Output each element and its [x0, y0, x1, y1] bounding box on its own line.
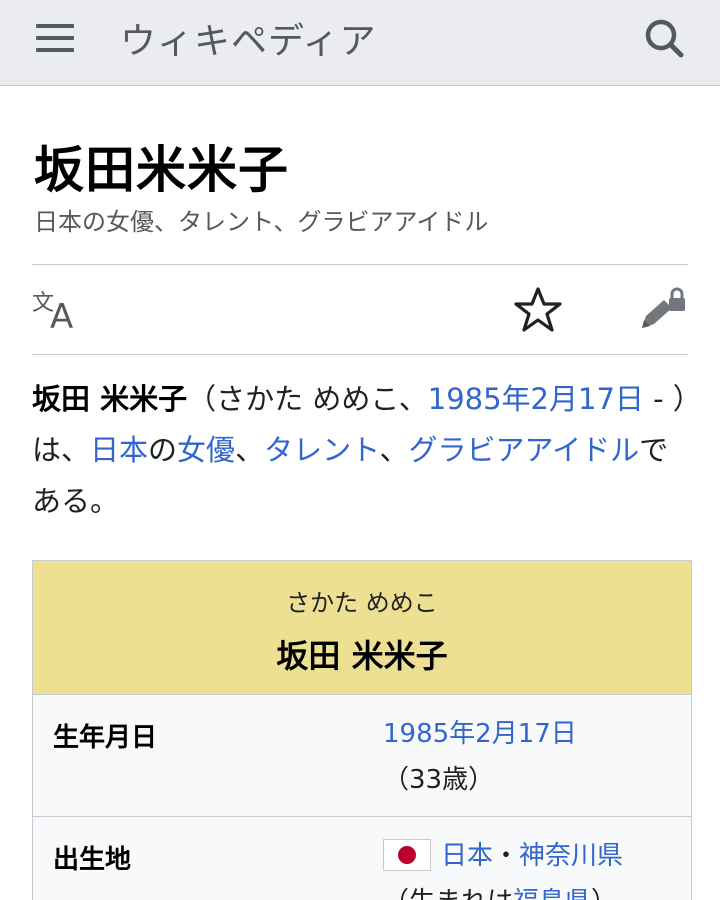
language-translate-icon[interactable]: 文 A — [30, 286, 86, 337]
menu-line — [36, 36, 74, 40]
place-separator: ・ — [493, 841, 520, 871]
infobox-name: 坂田 米米子 — [276, 637, 448, 675]
lead-text: 、 — [379, 433, 409, 467]
lead-reading: （さかた めめこ、 — [187, 382, 428, 416]
infobox-row-birthplace: 出生地 日本・神奈川県 （生まれは福島県） — [33, 817, 691, 900]
infobox-value: 1985年2月17日 （33歳） — [383, 711, 683, 803]
infobox: さかた めめこ 坂田 米米子 生年月日 1985年2月17日 （33歳） 出生地 … — [32, 560, 692, 900]
star-icon[interactable] — [512, 285, 564, 337]
infobox-row-birthdate: 生年月日 1985年2月17日 （33歳） — [33, 695, 691, 817]
birthplace-note: （生まれは — [383, 887, 513, 900]
actress-link[interactable]: 女優 — [177, 433, 235, 467]
infobox-label: 生年月日 — [53, 723, 158, 753]
japan-place-link[interactable]: 日本 — [441, 841, 493, 871]
age-text: （33歳） — [383, 765, 495, 795]
japan-flag-icon — [383, 838, 431, 871]
infobox-value: 日本・神奈川県 （生まれは福島県） — [383, 833, 683, 900]
menu-line — [36, 48, 74, 52]
kanagawa-link[interactable]: 神奈川県 — [519, 841, 623, 871]
infobox-header: さかた めめこ 坂田 米米子 — [33, 561, 691, 695]
divider — [32, 354, 688, 355]
hamburger-menu-icon[interactable] — [34, 20, 78, 56]
search-icon[interactable] — [640, 14, 690, 64]
lead-name: 坂田 米米子 — [32, 382, 188, 416]
talent-link[interactable]: タレント — [264, 433, 379, 467]
top-header-bar: ウィキペディア — [0, 0, 720, 86]
gravure-idol-link[interactable]: グラビアアイドル — [409, 433, 640, 467]
lead-text: の — [148, 433, 178, 467]
fukushima-link[interactable]: 福島県 — [513, 887, 591, 900]
lead-paragraph: 坂田 米米子（さかた めめこ、1985年2月17日 - ）は、日本の女優、タレン… — [32, 374, 692, 527]
menu-line — [36, 24, 74, 28]
birth-date-value-link[interactable]: 1985年2月17日 — [383, 719, 577, 749]
birth-date-link[interactable]: 1985年2月17日 — [428, 382, 644, 416]
birthplace-note-end: ） — [591, 887, 617, 900]
infobox-reading: さかた めめこ — [286, 589, 438, 617]
wikipedia-wordmark[interactable]: ウィキペディア — [120, 12, 376, 64]
svg-text:A: A — [50, 297, 73, 332]
infobox-label: 出生地 — [53, 845, 132, 875]
page-title: 坂田米米子 — [34, 141, 289, 199]
page-description: 日本の女優、タレント、グラビアアイドル — [34, 208, 489, 236]
edit-locked-icon[interactable] — [638, 286, 690, 336]
divider — [32, 264, 688, 265]
japan-link[interactable]: 日本 — [90, 433, 148, 467]
lead-text: 、 — [235, 433, 265, 467]
